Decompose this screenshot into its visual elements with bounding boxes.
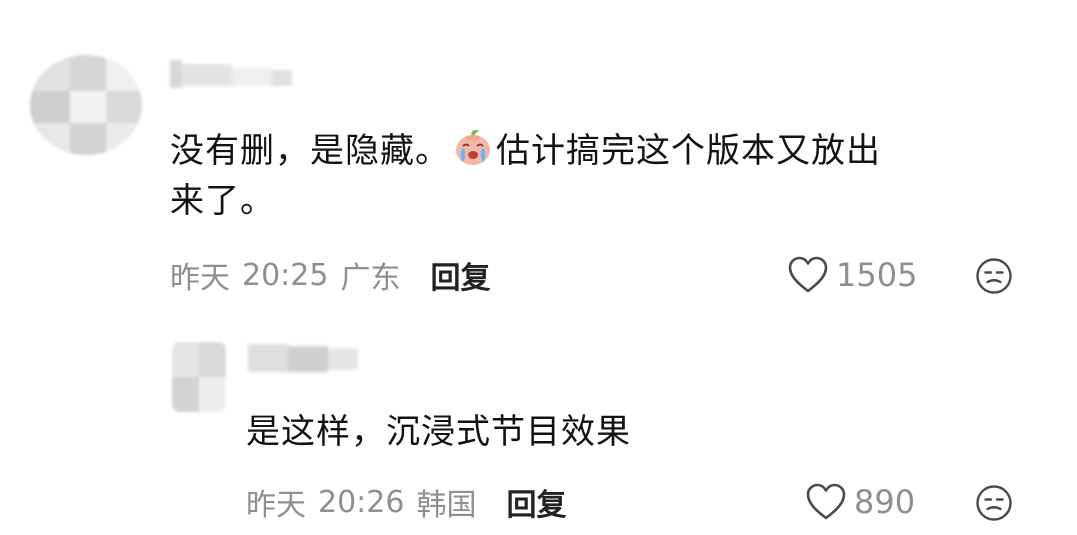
crying-face-emoji-icon [452, 126, 494, 168]
username[interactable] [170, 60, 295, 88]
comment-meta: 昨天 20:25 广东 回复 [170, 253, 490, 297]
comment-time: 20:26 [318, 484, 405, 520]
meh-face-icon[interactable] [975, 257, 1013, 295]
avatar[interactable] [172, 342, 226, 412]
username[interactable] [248, 344, 360, 372]
heart-outline-icon [788, 256, 828, 293]
comment-text-part: 没有删，是隐藏。 [170, 131, 450, 171]
comment-location: 广东 [340, 261, 401, 296]
comment-date: 昨天 [246, 488, 306, 523]
like-count: 890 [854, 483, 916, 521]
reply-button[interactable]: 回复 [430, 253, 490, 297]
meh-face-icon[interactable] [975, 484, 1013, 522]
comment-meta: 昨天 20:26 韩国 回复 [246, 480, 566, 524]
comment-date: 昨天 [170, 261, 230, 296]
comment-text: 是这样，沉浸式节目效果 [246, 412, 631, 452]
comment-location: 韩国 [416, 488, 477, 523]
comment-text: 没有删，是隐藏。 估计搞完这个版本又放出 来了。 [170, 126, 1030, 226]
avatar[interactable] [30, 55, 142, 155]
like-count: 1505 [836, 256, 918, 294]
comment-time: 20:25 [242, 257, 329, 293]
comment-text-part: 估计搞完这个版本又放出 [496, 131, 881, 171]
reply-button[interactable]: 回复 [506, 480, 566, 524]
like-button[interactable]: 890 [804, 480, 915, 524]
comment-text-part: 来了。 [170, 181, 275, 221]
like-button[interactable]: 1505 [786, 253, 917, 297]
heart-outline-icon [806, 483, 846, 520]
